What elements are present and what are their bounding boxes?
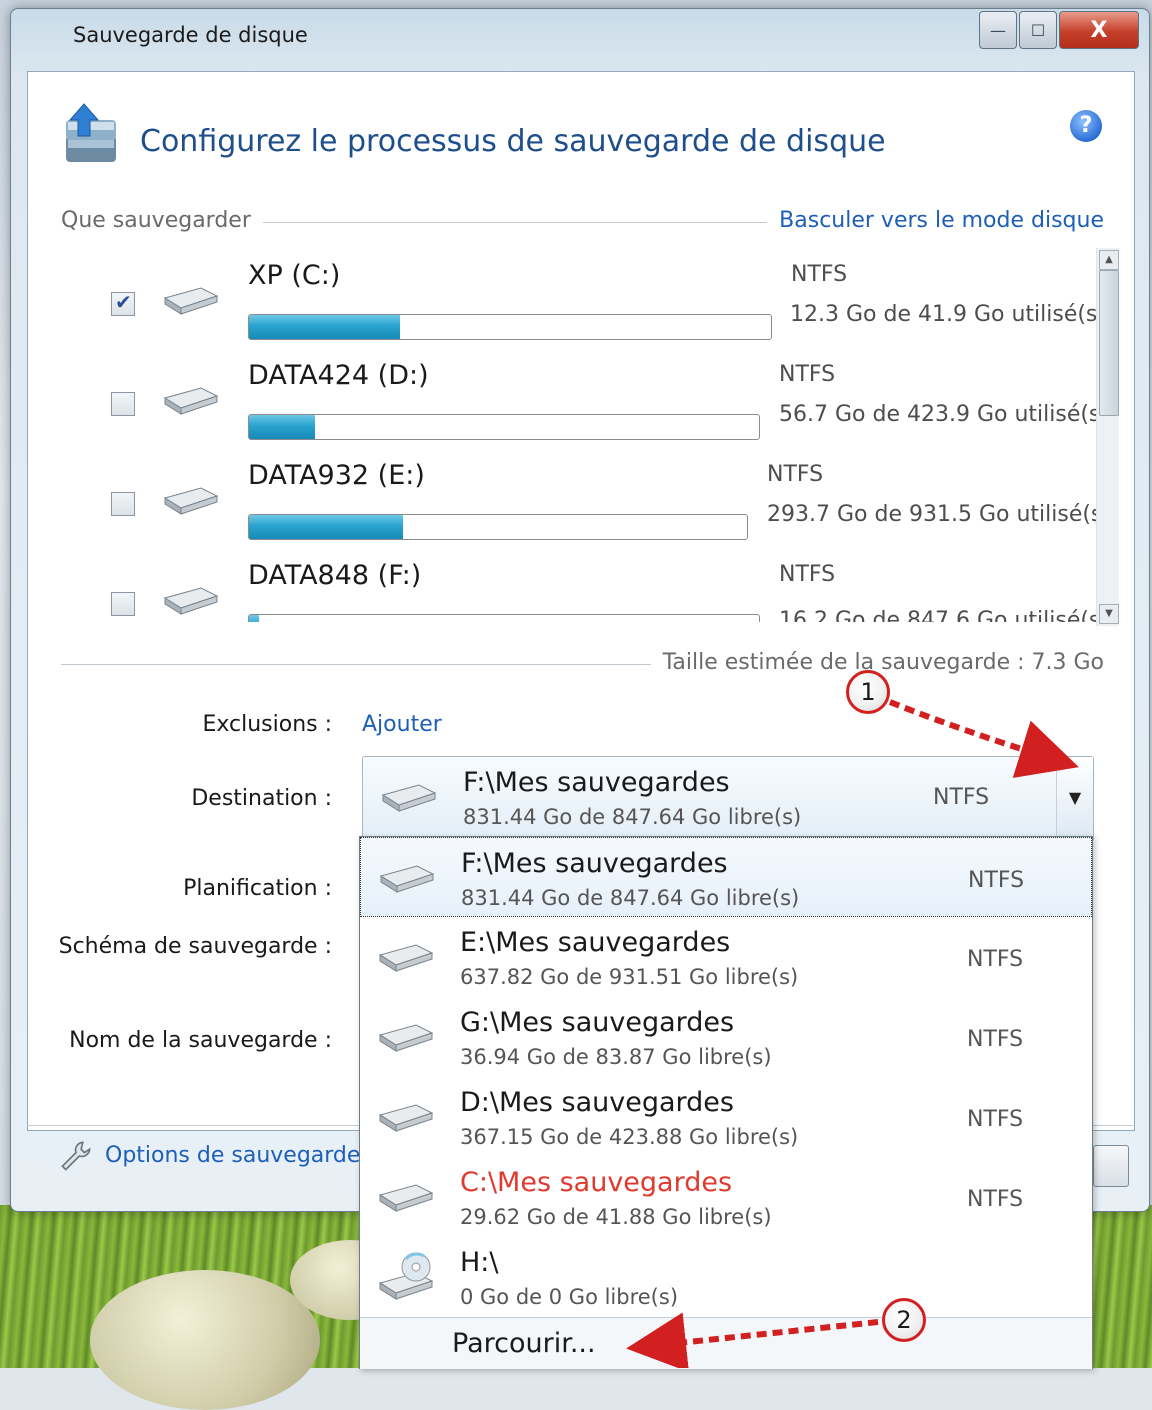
- disk-usage-fill: [249, 315, 401, 339]
- dropdown-item-name: F:\Mes sauvegardes: [461, 848, 728, 879]
- disk-usage-text: 56.7 Go de 423.9 Go utilisé(s): [779, 402, 1109, 427]
- dropdown-item-name: D:\Mes sauvegardes: [460, 1087, 734, 1118]
- scroll-up-arrow-icon[interactable]: ▲: [1099, 250, 1119, 270]
- disk-filesystem: NTFS: [779, 562, 836, 587]
- disk-list: XP (C:) NTFS 12.3 Go de 41.9 Go utilisé(…: [61, 250, 1115, 622]
- switch-disk-mode-link[interactable]: Basculer vers le mode disque: [767, 208, 1104, 233]
- hard-drive-icon: [163, 487, 219, 515]
- page-title: Configurez le processus de sauvegarde de…: [140, 124, 886, 159]
- dropdown-item-name: G:\Mes sauvegardes: [460, 1007, 735, 1038]
- disk-usage-bar: [248, 314, 772, 340]
- destination-name: F:\Mes sauvegardes: [463, 767, 730, 798]
- annotation-callout-1: 1: [846, 670, 890, 714]
- dropdown-item[interactable]: F:\Mes sauvegardes 831.44 Go de 847.64 G…: [360, 837, 1092, 917]
- disk-list-scrollbar[interactable]: ▲ ▼: [1096, 248, 1119, 626]
- chevron-down-icon[interactable]: ▼: [1056, 757, 1093, 839]
- dropdown-item[interactable]: G:\Mes sauvegardes 36.94 Go de 83.87 Go …: [360, 997, 1092, 1077]
- destination-dropdown-list: F:\Mes sauvegardes 831.44 Go de 847.64 G…: [359, 836, 1093, 1369]
- dropdown-item-name: H:\: [460, 1247, 499, 1278]
- dropdown-item-free-space: 29.62 Go de 41.88 Go libre(s): [460, 1205, 772, 1229]
- dropdown-item-free-space: 367.15 Go de 423.88 Go libre(s): [460, 1125, 799, 1149]
- disk-checkbox[interactable]: [111, 592, 135, 616]
- footer-button[interactable]: [1093, 1145, 1129, 1187]
- title-bar[interactable]: Sauvegarde de disque — ☐ X: [11, 9, 1149, 65]
- close-button[interactable]: X: [1059, 11, 1139, 49]
- hard-drive-icon: [163, 387, 219, 415]
- disk-usage-fill: [249, 415, 316, 439]
- dropdown-item-free-space: 637.82 Go de 931.51 Go libre(s): [460, 965, 799, 989]
- disk-usage-text: 12.3 Go de 41.9 Go utilisé(s): [790, 302, 1106, 327]
- dropdown-item-filesystem: NTFS: [967, 1187, 1024, 1212]
- disk-usage-text: 16.2 Go de 847.6 Go utilisé(s): [779, 608, 1109, 622]
- disk-usage-fill: [249, 515, 404, 539]
- annotation-callout-2: 2: [882, 1298, 926, 1342]
- add-exclusion-link[interactable]: Ajouter: [362, 712, 442, 737]
- disk-checkbox[interactable]: [111, 392, 135, 416]
- disk-usage-fill: [249, 615, 260, 622]
- scroll-down-arrow-icon[interactable]: ▼: [1099, 604, 1119, 624]
- disk-filesystem: NTFS: [791, 262, 848, 287]
- dropdown-item-filesystem: NTFS: [967, 947, 1024, 972]
- disk-usage-bar: [248, 414, 760, 440]
- dropdown-item-free-space: 0 Go de 0 Go libre(s): [460, 1285, 679, 1309]
- dropdown-item[interactable]: D:\Mes sauvegardes 367.15 Go de 423.88 G…: [360, 1077, 1092, 1157]
- schedule-label: Planification :: [183, 876, 332, 901]
- wrench-icon: [61, 1141, 91, 1171]
- hard-drive-icon: [378, 1184, 434, 1212]
- dropdown-item[interactable]: H:\ 0 Go de 0 Go libre(s): [360, 1237, 1092, 1317]
- backup-name-label: Nom de la sauvegarde :: [69, 1028, 332, 1053]
- window-title: Sauvegarde de disque: [73, 23, 308, 47]
- disk-backup-icon: [66, 103, 116, 162]
- dropdown-item-name: E:\Mes sauvegardes: [460, 927, 731, 958]
- disk-filesystem: NTFS: [767, 462, 824, 487]
- browse-option[interactable]: Parcourir...: [360, 1317, 1092, 1369]
- dropdown-item[interactable]: C:\Mes sauvegardes 29.62 Go de 41.88 Go …: [360, 1157, 1092, 1237]
- hard-drive-icon: [378, 1104, 434, 1132]
- hard-drive-icon: [163, 287, 219, 315]
- destination-free-space: 831.44 Go de 847.64 Go libre(s): [463, 805, 802, 829]
- disk-name: DATA848 (F:): [248, 560, 422, 591]
- window-controls: — ☐ X: [977, 11, 1139, 51]
- disk-row: DATA848 (F:) NTFS 16.2 Go de 847.6 Go ut…: [61, 550, 1111, 622]
- disk-usage-text: 293.7 Go de 931.5 Go utilisé(s): [767, 502, 1111, 527]
- disk-name: DATA932 (E:): [248, 460, 425, 491]
- dropdown-item-filesystem: NTFS: [967, 1107, 1024, 1132]
- dropdown-item-filesystem: NTFS: [968, 868, 1025, 893]
- backup-options-link[interactable]: Options de sauvegarde d: [105, 1143, 381, 1168]
- wallpaper-egg: [90, 1270, 320, 1410]
- dropdown-item[interactable]: E:\Mes sauvegardes 637.82 Go de 931.51 G…: [360, 917, 1092, 997]
- disk-name: XP (C:): [248, 260, 341, 291]
- disk-row: XP (C:) NTFS 12.3 Go de 41.9 Go utilisé(…: [61, 250, 1111, 350]
- scheme-label: Schéma de sauvegarde :: [58, 934, 332, 959]
- dropdown-item-filesystem: NTFS: [967, 1027, 1024, 1052]
- disk-usage-bar: [248, 614, 760, 622]
- maximize-button[interactable]: ☐: [1019, 11, 1057, 49]
- exclusions-label: Exclusions :: [202, 712, 332, 737]
- hard-drive-icon: [378, 1024, 434, 1052]
- scroll-thumb[interactable]: [1099, 270, 1119, 416]
- dropdown-item-name: C:\Mes sauvegardes: [460, 1167, 733, 1198]
- hard-drive-icon: [381, 784, 437, 812]
- disk-checkbox[interactable]: [111, 492, 135, 516]
- cd-drive-icon: [378, 1252, 434, 1300]
- disk-checkbox[interactable]: [111, 290, 135, 316]
- destination-select[interactable]: F:\Mes sauvegardes 831.44 Go de 847.64 G…: [362, 756, 1094, 842]
- help-icon[interactable]: ?: [1070, 110, 1102, 142]
- disk-row: DATA932 (E:) NTFS 293.7 Go de 931.5 Go u…: [61, 450, 1111, 550]
- dropdown-item-free-space: 36.94 Go de 83.87 Go libre(s): [460, 1045, 772, 1069]
- hard-drive-icon: [163, 587, 219, 615]
- minimize-button[interactable]: —: [979, 11, 1017, 49]
- disk-row: DATA424 (D:) NTFS 56.7 Go de 423.9 Go ut…: [61, 350, 1111, 450]
- disk-usage-bar: [248, 514, 748, 540]
- section-label-what: Que sauvegarder: [61, 208, 263, 233]
- destination-filesystem: NTFS: [933, 785, 990, 810]
- hard-drive-icon: [378, 944, 434, 972]
- hard-drive-icon: [379, 865, 435, 893]
- browse-label: Parcourir...: [452, 1328, 596, 1359]
- disk-filesystem: NTFS: [779, 362, 836, 387]
- disk-name: DATA424 (D:): [248, 360, 429, 391]
- destination-label: Destination :: [191, 786, 332, 811]
- dropdown-item-free-space: 831.44 Go de 847.64 Go libre(s): [461, 886, 800, 910]
